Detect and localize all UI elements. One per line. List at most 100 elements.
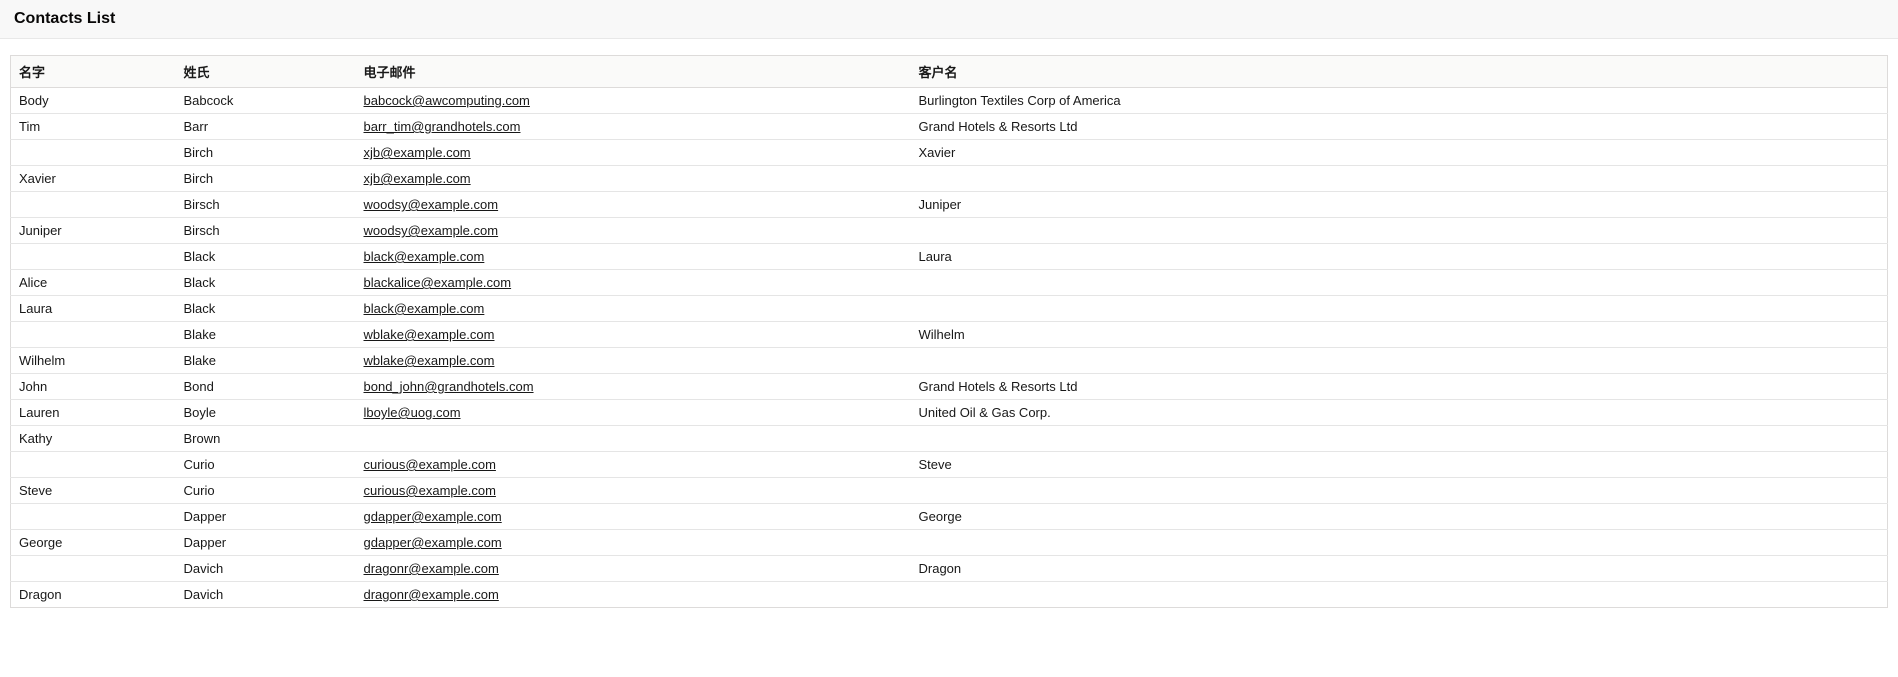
cell-first-name: Wilhelm [11, 348, 176, 374]
column-header-account[interactable]: 客户名 [911, 56, 1888, 88]
cell-first-name [11, 504, 176, 530]
email-link[interactable]: xjb@example.com [364, 145, 471, 160]
page-title: Contacts List [14, 10, 1884, 28]
email-link[interactable]: gdapper@example.com [364, 509, 502, 524]
email-link[interactable]: wblake@example.com [364, 327, 495, 342]
cell-email: black@example.com [356, 296, 911, 322]
cell-account: Wilhelm [911, 322, 1888, 348]
cell-last-name: Dapper [176, 530, 356, 556]
email-link[interactable]: curious@example.com [364, 457, 496, 472]
email-link[interactable]: black@example.com [364, 249, 485, 264]
cell-first-name: Juniper [11, 218, 176, 244]
email-link[interactable]: dragonr@example.com [364, 561, 499, 576]
cell-account [911, 426, 1888, 452]
table-header-row: 名字 姓氏 电子邮件 客户名 [11, 56, 1888, 88]
cell-email: dragonr@example.com [356, 582, 911, 608]
cell-last-name: Curio [176, 452, 356, 478]
table-row[interactable]: GeorgeDappergdapper@example.com [11, 530, 1888, 556]
cell-email: curious@example.com [356, 452, 911, 478]
cell-account: Dragon [911, 556, 1888, 582]
cell-last-name: Birch [176, 166, 356, 192]
email-link[interactable]: barr_tim@grandhotels.com [364, 119, 521, 134]
cell-email: wblake@example.com [356, 348, 911, 374]
cell-last-name: Davich [176, 582, 356, 608]
cell-last-name: Dapper [176, 504, 356, 530]
cell-email: wblake@example.com [356, 322, 911, 348]
table-row[interactable]: DragonDavichdragonr@example.com [11, 582, 1888, 608]
cell-last-name: Curio [176, 478, 356, 504]
cell-first-name [11, 192, 176, 218]
email-link[interactable]: curious@example.com [364, 483, 496, 498]
email-link[interactable]: woodsy@example.com [364, 197, 499, 212]
table-row[interactable]: Dappergdapper@example.comGeorge [11, 504, 1888, 530]
email-link[interactable]: lboyle@uog.com [364, 405, 461, 420]
cell-last-name: Davich [176, 556, 356, 582]
contacts-table: 名字 姓氏 电子邮件 客户名 BodyBabcockbabcock@awcomp… [10, 55, 1888, 608]
email-link[interactable]: xjb@example.com [364, 171, 471, 186]
cell-last-name: Blake [176, 322, 356, 348]
cell-last-name: Brown [176, 426, 356, 452]
column-header-first[interactable]: 名字 [11, 56, 176, 88]
table-row[interactable]: WilhelmBlake wblake@example.com [11, 348, 1888, 374]
table-row[interactable]: Curiocurious@example.comSteve [11, 452, 1888, 478]
cell-last-name: Boyle [176, 400, 356, 426]
table-row[interactable]: LaurenBoyle lboyle@uog.com United Oil & Ga… [11, 400, 1888, 426]
cell-last-name: Birsch [176, 218, 356, 244]
table-row[interactable]: KathyBrown [11, 426, 1888, 452]
cell-email: gdapper@example.com [356, 504, 911, 530]
cell-email: woodsy@example.com [356, 192, 911, 218]
cell-account: Grand Hotels & Resorts Ltd [911, 374, 1888, 400]
cell-first-name: Alice [11, 270, 176, 296]
table-row[interactable]: SteveCurio curious@example.com [11, 478, 1888, 504]
cell-first-name: Lauren [11, 400, 176, 426]
cell-email: woodsy@example.com [356, 218, 911, 244]
table-row[interactable]: BodyBabcockbabcock@awcomputing.comBurlin… [11, 88, 1888, 114]
cell-first-name: Kathy [11, 426, 176, 452]
cell-first-name [11, 556, 176, 582]
email-link[interactable]: wblake@example.com [364, 353, 495, 368]
table-row[interactable]: TimBarrbarr_tim@grandhotels.comGrand Hot… [11, 114, 1888, 140]
table-row[interactable]: Blake wblake@example.com Wilhelm [11, 322, 1888, 348]
cell-first-name [11, 452, 176, 478]
cell-email: dragonr@example.com [356, 556, 911, 582]
email-link[interactable]: blackalice@example.com [364, 275, 512, 290]
cell-email: bond_john@grandhotels.com [356, 374, 911, 400]
email-link[interactable]: woodsy@example.com [364, 223, 499, 238]
cell-account [911, 166, 1888, 192]
cell-account: Laura [911, 244, 1888, 270]
cell-last-name: Babcock [176, 88, 356, 114]
cell-first-name: Tim [11, 114, 176, 140]
cell-email: black@example.com [356, 244, 911, 270]
cell-account [911, 348, 1888, 374]
email-link[interactable]: bond_john@grandhotels.com [364, 379, 534, 394]
table-row[interactable]: LauraBlackblack@example.com [11, 296, 1888, 322]
email-link[interactable]: babcock@awcomputing.com [364, 93, 530, 108]
cell-first-name: Steve [11, 478, 176, 504]
table-row[interactable]: Birchxjb@example.comXavier [11, 140, 1888, 166]
contacts-table-wrapper: 名字 姓氏 电子邮件 客户名 BodyBabcockbabcock@awcomp… [0, 39, 1898, 608]
email-link[interactable]: dragonr@example.com [364, 587, 499, 602]
cell-account [911, 270, 1888, 296]
table-row[interactable]: XavierBirchxjb@example.com [11, 166, 1888, 192]
table-row[interactable]: Davich dragonr@example.com Dragon [11, 556, 1888, 582]
table-row[interactable]: AliceBlackblackalice@example.com [11, 270, 1888, 296]
column-header-email[interactable]: 电子邮件 [356, 56, 911, 88]
table-row[interactable]: Black black@example.com Laura [11, 244, 1888, 270]
email-link[interactable]: gdapper@example.com [364, 535, 502, 550]
table-row[interactable]: JohnBondbond_john@grandhotels.comGrand H… [11, 374, 1888, 400]
cell-email: babcock@awcomputing.com [356, 88, 911, 114]
cell-last-name: Black [176, 244, 356, 270]
cell-email: lboyle@uog.com [356, 400, 911, 426]
email-link[interactable]: black@example.com [364, 301, 485, 316]
cell-last-name: Bond [176, 374, 356, 400]
cell-email: barr_tim@grandhotels.com [356, 114, 911, 140]
table-row[interactable]: JuniperBirsch woodsy@example.com [11, 218, 1888, 244]
column-header-last[interactable]: 姓氏 [176, 56, 356, 88]
cell-last-name: Blake [176, 348, 356, 374]
cell-email: gdapper@example.com [356, 530, 911, 556]
cell-account [911, 582, 1888, 608]
cell-account: United Oil & Gas Corp. [911, 400, 1888, 426]
page-header: Contacts List [0, 0, 1898, 39]
cell-last-name: Birsch [176, 192, 356, 218]
table-row[interactable]: Birschwoodsy@example.comJuniper [11, 192, 1888, 218]
